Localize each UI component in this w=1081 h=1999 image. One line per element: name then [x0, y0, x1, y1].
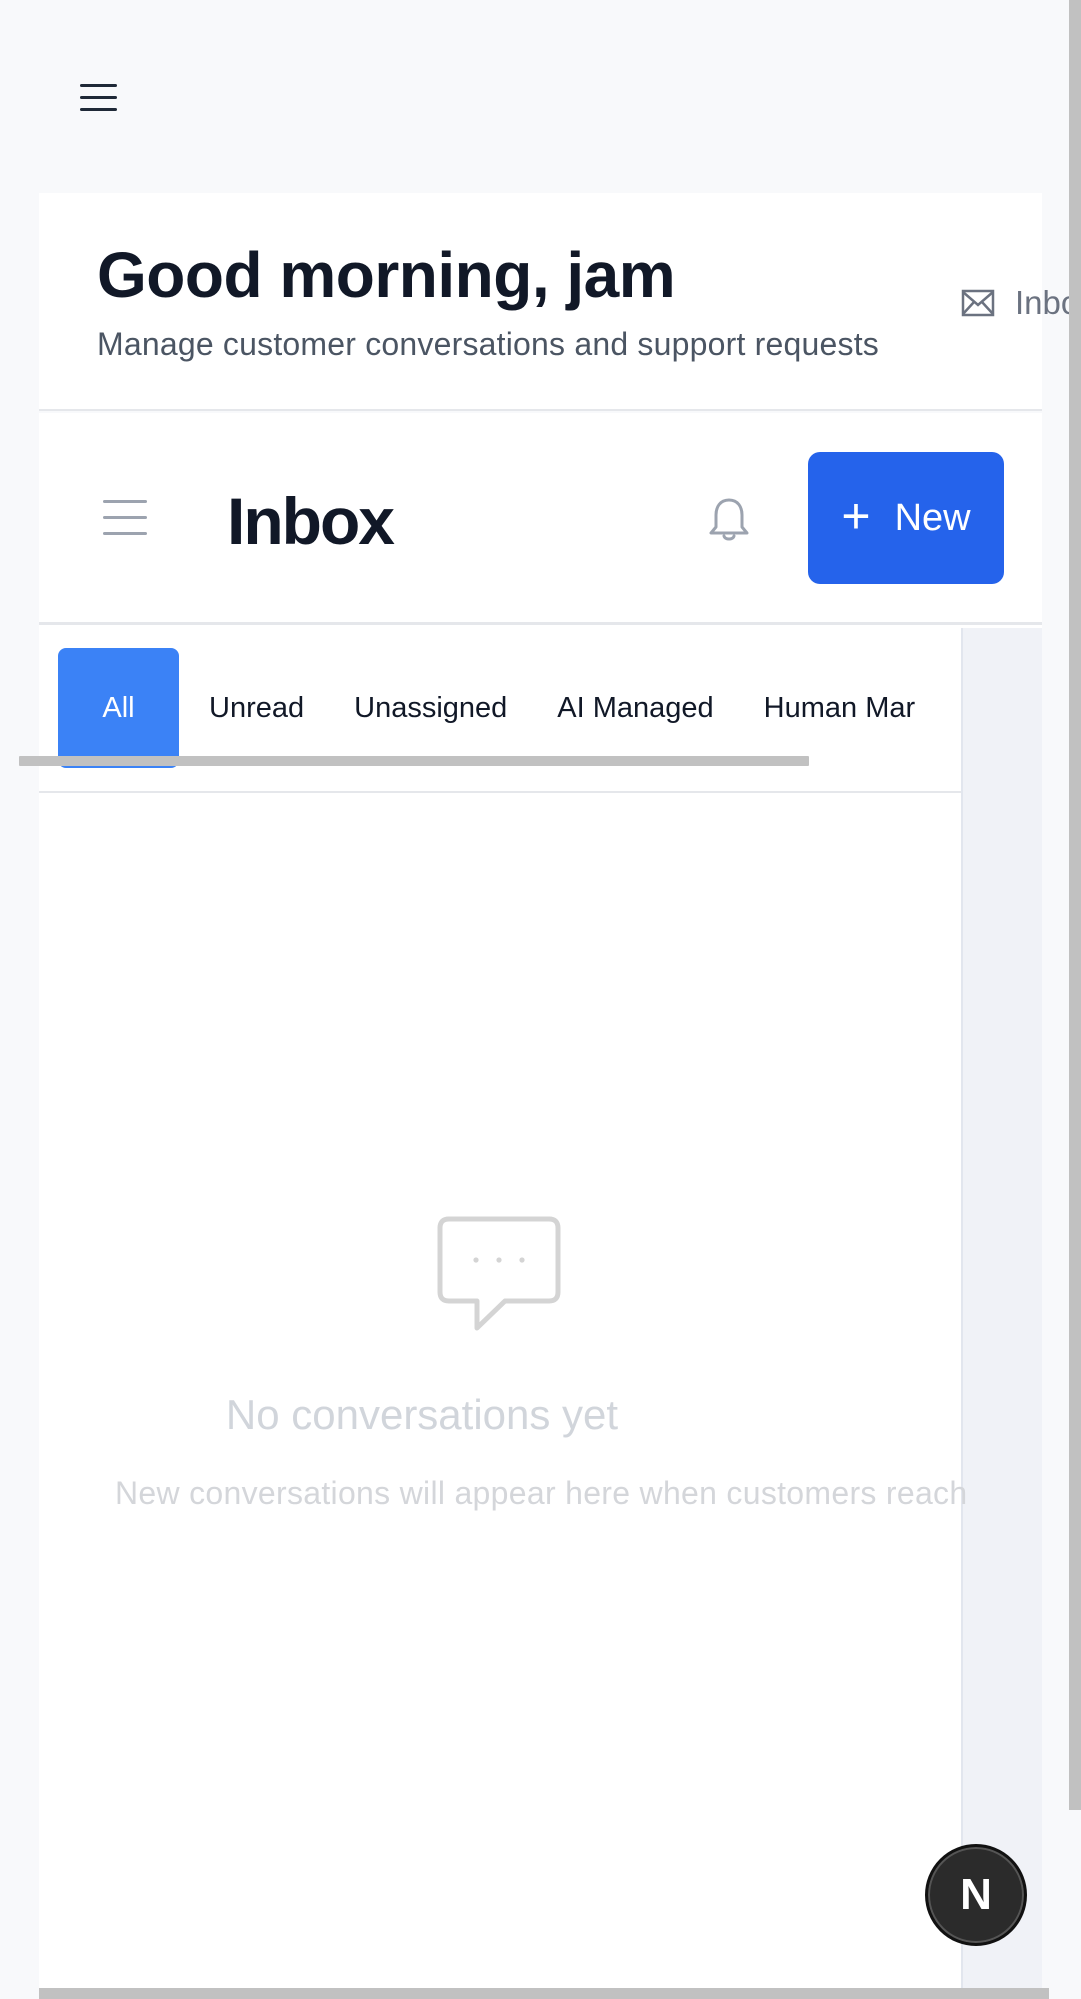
hamburger-icon-line	[80, 108, 117, 111]
detail-pane	[961, 628, 1042, 1999]
new-button-label: New	[894, 496, 971, 539]
greeting-subtitle: Manage customer conversations and suppor…	[97, 326, 879, 362]
hamburger-icon	[103, 500, 147, 503]
tabs-scrollbar[interactable]	[19, 756, 809, 766]
hamburger-icon	[80, 84, 117, 87]
inbox-link[interactable]: Inbo	[961, 284, 1079, 322]
hamburger-icon-line	[103, 516, 147, 519]
empty-state-subtitle: New conversations will appear here when …	[115, 1475, 968, 1511]
inbox-header: Inbox + New	[39, 413, 1042, 625]
plus-icon: +	[841, 488, 871, 544]
new-conversation-button[interactable]: + New	[808, 452, 1004, 584]
chat-bubble-icon	[437, 1216, 561, 1331]
greeting-card: Good morning, jam Manage customer conver…	[39, 193, 1042, 411]
next-dev-button[interactable]: N	[925, 1844, 1027, 1946]
empty-state-title-text: No conversations yet	[225, 1391, 619, 1438]
inbox-menu-button[interactable]	[103, 500, 147, 536]
tab-all[interactable]: All	[58, 648, 179, 768]
filter-tabs: All Unread Unassigned AI Managed Human M…	[39, 628, 961, 793]
hamburger-icon-line	[103, 532, 147, 535]
horizontal-scrollbar[interactable]	[39, 1988, 1049, 1999]
hamburger-icon-line	[80, 96, 117, 99]
top-menu-button[interactable]	[80, 84, 120, 116]
tab-unread[interactable]: Unread	[184, 692, 329, 725]
bell-icon[interactable]	[706, 495, 752, 543]
tab-human-managed[interactable]: Human Mar	[739, 692, 941, 725]
page-scrollbar[interactable]	[1069, 0, 1081, 1810]
tab-unassigned[interactable]: Unassigned	[329, 692, 532, 725]
inbox-panel: Inbox + New All Unread Unassigned AI Man…	[39, 413, 1042, 1999]
greeting-title: Good morning, jam	[97, 239, 676, 311]
inbox-title: Inbox	[227, 484, 395, 558]
empty-state-title: No conversations yet	[0, 1391, 922, 1439]
tab-ai-managed[interactable]: AI Managed	[532, 692, 738, 725]
page: Good morning, jam Manage customer conver…	[0, 0, 1081, 1999]
mail-icon	[961, 289, 995, 317]
